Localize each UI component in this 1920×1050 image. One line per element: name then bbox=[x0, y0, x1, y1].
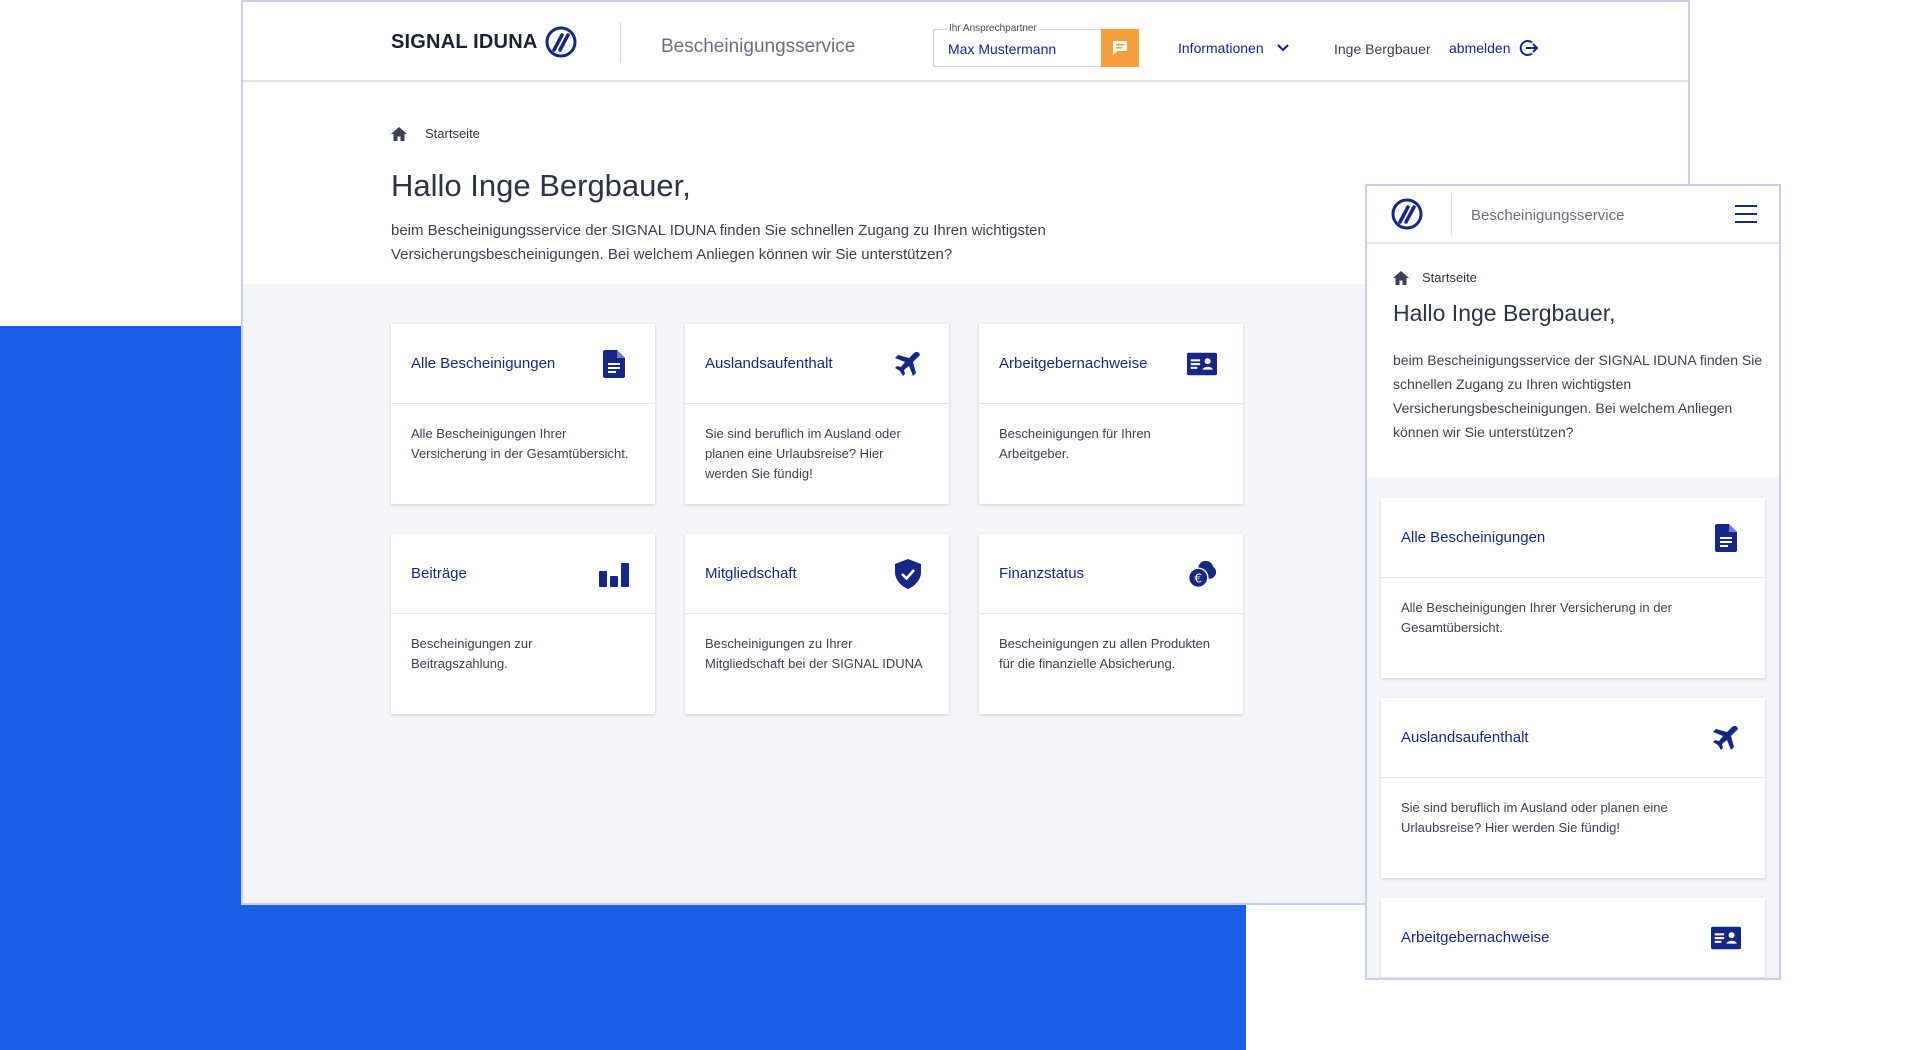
card-header: Auslandsaufenthalt bbox=[1381, 698, 1765, 778]
card-description: Alle Bescheinigungen Ihrer Versicherung … bbox=[411, 426, 629, 461]
card-header: Finanzstatus € bbox=[979, 534, 1243, 614]
card-title: Alle Bescheinigungen bbox=[411, 355, 556, 372]
card-grid: Alle Bescheinigungen Alle Bescheinigunge… bbox=[391, 324, 1243, 714]
card-auslandsaufenthalt[interactable]: Auslandsaufenthalt Sie sind beruflich im… bbox=[1381, 698, 1765, 878]
mobile-cards-section: Alle Bescheinigungen Alle Bescheinigunge… bbox=[1367, 478, 1779, 978]
header-divider bbox=[1451, 195, 1452, 235]
card-description: Sie sind beruflich im Ausland oder plane… bbox=[1401, 800, 1668, 835]
header-divider bbox=[620, 22, 621, 62]
user-name: Inge Bergbauer bbox=[1334, 41, 1431, 57]
id-card-icon bbox=[1187, 349, 1217, 379]
card-header: Auslandsaufenthalt bbox=[685, 324, 949, 404]
card-alle-bescheinigungen[interactable]: Alle Bescheinigungen Alle Bescheinigunge… bbox=[391, 324, 655, 504]
informationen-menu[interactable]: Informationen bbox=[1178, 40, 1290, 56]
card-beitraege[interactable]: Beiträge Bescheinigungen zur Beitragszah… bbox=[391, 534, 655, 714]
card-description: Alle Bescheinigungen Ihrer Versicherung … bbox=[1401, 600, 1673, 635]
card-description: Sie sind beruflich im Ausland oder plane… bbox=[705, 426, 901, 481]
page-title: Hallo Inge Bergbauer, bbox=[1393, 300, 1616, 326]
logo-mark-icon bbox=[545, 26, 577, 58]
card-header: Arbeitgebernachweise bbox=[1381, 898, 1765, 978]
document-icon bbox=[599, 349, 629, 379]
card-mitgliedschaft[interactable]: Mitgliedschaft Bescheinigungen zu Ihrer … bbox=[685, 534, 949, 714]
breadcrumb: Startseite bbox=[1393, 270, 1477, 285]
card-header: Beiträge bbox=[391, 534, 655, 614]
hamburger-menu-icon[interactable] bbox=[1735, 204, 1757, 224]
chat-icon bbox=[1113, 41, 1127, 55]
bar-chart-icon bbox=[599, 559, 629, 589]
card-title: Finanzstatus bbox=[999, 565, 1085, 582]
card-finanzstatus[interactable]: Finanzstatus € Bescheinigungen zu allen … bbox=[979, 534, 1243, 714]
contact-label: Ihr Ansprechpartner bbox=[947, 23, 1039, 34]
mobile-header: Bescheinigungsservice bbox=[1367, 186, 1779, 244]
airplane-icon bbox=[1711, 723, 1741, 753]
logout-label: abmelden bbox=[1449, 40, 1511, 56]
card-description: Bescheinigungen zu allen Produkten für d… bbox=[999, 636, 1211, 671]
informationen-label: Informationen bbox=[1178, 40, 1264, 56]
logout-link[interactable]: abmelden bbox=[1449, 38, 1539, 58]
breadcrumb-home[interactable]: Startseite bbox=[1422, 270, 1477, 285]
card-title: Beiträge bbox=[411, 565, 467, 582]
contact-name: Max Mustermann bbox=[948, 41, 1057, 57]
breadcrumb-home[interactable]: Startseite bbox=[425, 126, 480, 141]
card-title: Mitgliedschaft bbox=[705, 565, 797, 582]
chat-button[interactable] bbox=[1101, 29, 1139, 67]
intro-text: beim Bescheinigungsservice der SIGNAL ID… bbox=[391, 222, 1046, 263]
euro-coins-icon: € bbox=[1187, 559, 1217, 589]
service-title: Bescheinigungsservice bbox=[661, 36, 856, 57]
card-title: Arbeitgebernachweise bbox=[1401, 929, 1550, 946]
breadcrumb: Startseite bbox=[391, 126, 480, 141]
card-header: Arbeitgebernachweise bbox=[979, 324, 1243, 404]
card-title: Alle Bescheinigungen bbox=[1401, 529, 1546, 546]
header: SIGNAL IDUNA Bescheinigungsservice Ihr A… bbox=[243, 2, 1688, 82]
mobile-window: Bescheinigungsservice Startseite Hallo I… bbox=[1365, 184, 1781, 980]
card-header: Mitgliedschaft bbox=[685, 534, 949, 614]
document-icon bbox=[1711, 523, 1741, 553]
card-arbeitgebernachweise[interactable]: Arbeitgebernachweise Bescheinigungen für… bbox=[979, 324, 1243, 504]
shield-check-icon bbox=[893, 559, 923, 589]
card-header: Alle Bescheinigungen bbox=[1381, 498, 1765, 578]
card-description: Bescheinigungen zu Ihrer Mitgliedschaft … bbox=[705, 636, 923, 671]
logo[interactable]: SIGNAL IDUNA bbox=[391, 26, 577, 58]
contact-field[interactable]: Ihr Ansprechpartner Max Mustermann bbox=[933, 23, 1103, 67]
logout-icon bbox=[1519, 40, 1538, 56]
card-alle-bescheinigungen[interactable]: Alle Bescheinigungen Alle Bescheinigunge… bbox=[1381, 498, 1765, 678]
card-header: Alle Bescheinigungen bbox=[391, 324, 655, 404]
mobile-intro-section: Startseite Hallo Inge Bergbauer, beim Be… bbox=[1367, 244, 1779, 478]
page-title: Hallo Inge Bergbauer, bbox=[391, 168, 691, 203]
intro-text: beim Bescheinigungsservice der SIGNAL ID… bbox=[1393, 352, 1763, 440]
chevron-down-icon bbox=[1276, 44, 1289, 52]
card-title: Auslandsaufenthalt bbox=[1401, 729, 1529, 746]
card-description: Bescheinigungen für Ihren Arbeitgeber. bbox=[999, 426, 1151, 461]
service-title: Bescheinigungsservice bbox=[1471, 207, 1625, 224]
card-arbeitgebernachweise[interactable]: Arbeitgebernachweise bbox=[1381, 898, 1765, 978]
home-icon[interactable] bbox=[391, 126, 407, 141]
id-card-icon bbox=[1711, 923, 1741, 953]
logo-text: SIGNAL IDUNA bbox=[391, 30, 538, 53]
home-icon[interactable] bbox=[1393, 270, 1409, 285]
airplane-icon bbox=[893, 349, 923, 379]
card-list: Alle Bescheinigungen Alle Bescheinigunge… bbox=[1381, 498, 1765, 978]
card-title: Auslandsaufenthalt bbox=[705, 355, 833, 372]
card-description: Bescheinigungen zur Beitragszahlung. bbox=[411, 636, 533, 671]
card-auslandsaufenthalt[interactable]: Auslandsaufenthalt Sie sind beruflich im… bbox=[685, 324, 949, 504]
svg-text:€: € bbox=[1194, 571, 1202, 585]
card-title: Arbeitgebernachweise bbox=[999, 355, 1148, 372]
logo-mark-icon[interactable] bbox=[1391, 198, 1423, 230]
